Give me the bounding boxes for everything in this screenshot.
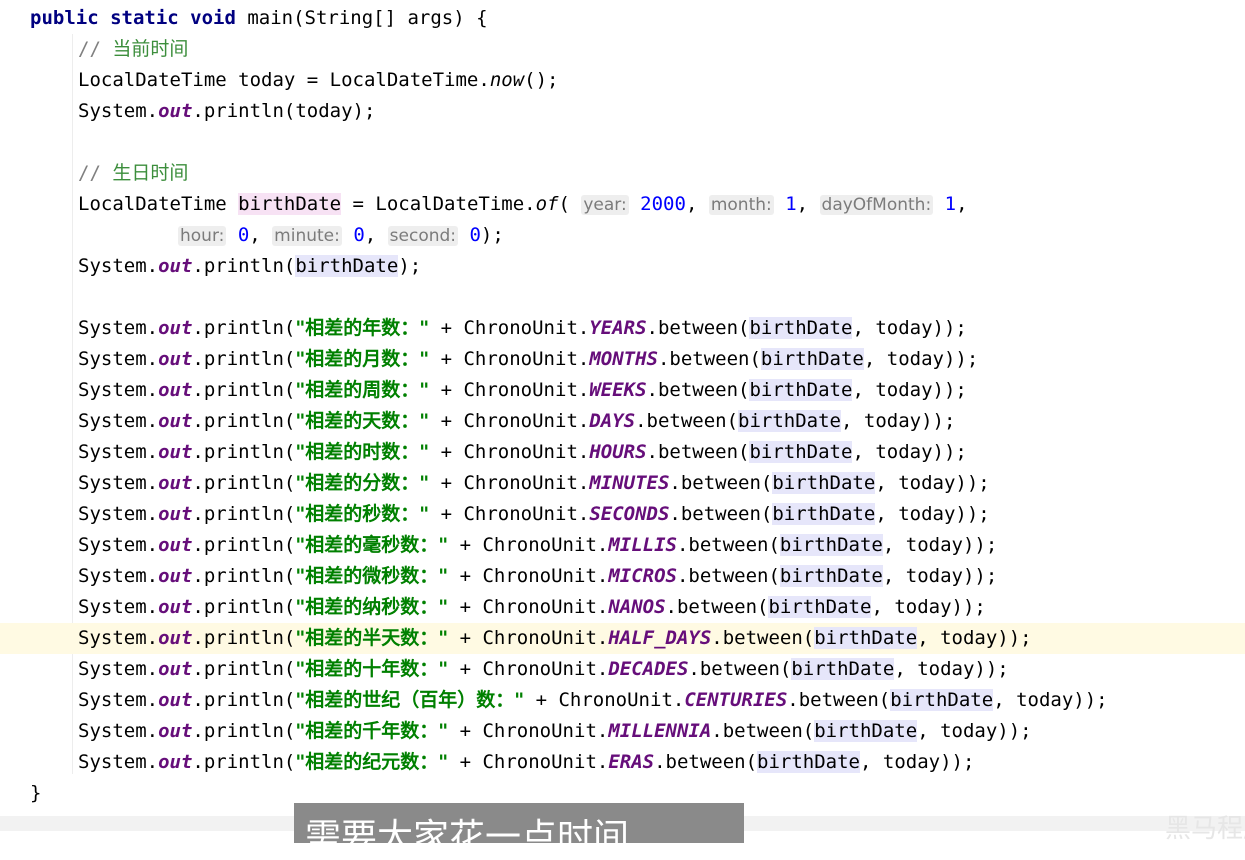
chrono-unit-constant: HALF_DAYS xyxy=(608,627,712,649)
video-subtitle: 需要大家花一点时间 xyxy=(305,817,630,858)
code-line-signature: public static void main(String[] args) { xyxy=(30,7,488,29)
chrono-unit-constant: MILLENNIA xyxy=(608,720,712,742)
code-line-print-birthdate: System.out.println(birthDate); xyxy=(78,255,422,277)
string-literal: "相差的纳秒数：" xyxy=(295,596,449,618)
code-line-unit-seconds: System.out.println("相差的秒数：" + ChronoUnit… xyxy=(78,503,990,525)
string-literal: "相差的纪元数：" xyxy=(295,751,449,773)
code-line-unit-decades: System.out.println("相差的十年数：" + ChronoUni… xyxy=(78,658,1009,680)
string-literal: "相差的分数：" xyxy=(295,472,430,494)
chrono-unit-constant: MICROS xyxy=(608,565,677,587)
string-literal: "相差的年数：" xyxy=(295,317,430,339)
code-line-unit-half_days: System.out.println("相差的半天数：" + ChronoUni… xyxy=(0,623,1245,654)
chrono-unit-constant: NANOS xyxy=(608,596,666,618)
string-literal: "相差的世纪（百年）数：" xyxy=(295,689,525,711)
param-hint-minute: minute: xyxy=(272,226,342,246)
chrono-unit-constant: HOURS xyxy=(589,441,647,463)
chrono-unit-constant: WEEKS xyxy=(589,379,647,401)
chrono-unit-constant: DECADES xyxy=(608,658,689,680)
chrono-unit-constant: MILLIS xyxy=(608,534,677,556)
code-line-unit-minutes: System.out.println("相差的分数：" + ChronoUnit… xyxy=(78,472,990,494)
code-line-birthdate-cont: hour: 0, minute: 0, second: 0); xyxy=(178,224,504,246)
code-line-print-today: System.out.println(today); xyxy=(78,100,376,122)
string-literal: "相差的十年数：" xyxy=(295,658,449,680)
code-line-unit-centuries: System.out.println("相差的世纪（百年）数：" + Chron… xyxy=(78,689,1108,711)
string-literal: "相差的秒数：" xyxy=(295,503,430,525)
string-literal: "相差的半天数：" xyxy=(295,627,449,649)
code-line-unit-hours: System.out.println("相差的时数：" + ChronoUnit… xyxy=(78,441,967,463)
code-line-now: LocalDateTime today = LocalDateTime.now(… xyxy=(78,69,559,91)
chrono-unit-constant: YEARS xyxy=(589,317,647,339)
param-hint-second: second: xyxy=(387,226,459,246)
code-line-unit-days: System.out.println("相差的天数：" + ChronoUnit… xyxy=(78,410,956,432)
code-line-unit-millennia: System.out.println("相差的千年数：" + ChronoUni… xyxy=(78,720,1032,742)
param-hint-hour: hour: xyxy=(178,226,227,246)
code-line-unit-micros: System.out.println("相差的微秒数：" + ChronoUni… xyxy=(78,565,998,587)
code-line-unit-months: System.out.println("相差的月数：" + ChronoUnit… xyxy=(78,348,979,370)
string-literal: "相差的微秒数：" xyxy=(295,565,449,587)
chrono-unit-constant: DAYS xyxy=(589,410,636,432)
code-line-comment-birthday: // 生日时间 xyxy=(78,162,189,184)
string-literal: "相差的月数：" xyxy=(295,348,430,370)
chrono-unit-constant: ERAS xyxy=(608,751,655,773)
param-hint-day-of-month: dayOfMonth: xyxy=(819,195,934,215)
param-hint-month: month: xyxy=(708,195,774,215)
chrono-unit-constant: CENTURIES xyxy=(684,689,788,711)
code-editor[interactable]: public static void main(String[] args) {… xyxy=(0,0,1245,831)
code-line-birthdate-decl: LocalDateTime birthDate = LocalDateTime.… xyxy=(78,193,968,215)
chrono-unit-constant: SECONDS xyxy=(589,503,670,525)
string-literal: "相差的时数：" xyxy=(295,441,430,463)
string-literal: "相差的千年数：" xyxy=(295,720,449,742)
code-line-unit-nanos: System.out.println("相差的纳秒数：" + ChronoUni… xyxy=(78,596,986,618)
watermark-logo: 黑马程序 xyxy=(1165,814,1245,844)
chrono-unit-constant: MINUTES xyxy=(589,472,670,494)
string-literal: "相差的毫秒数：" xyxy=(295,534,449,556)
string-literal: "相差的天数：" xyxy=(295,410,430,432)
chrono-unit-constant: MONTHS xyxy=(589,348,658,370)
code-line-unit-eras: System.out.println("相差的纪元数：" + ChronoUni… xyxy=(78,751,975,773)
code-line-unit-weeks: System.out.println("相差的周数：" + ChronoUnit… xyxy=(78,379,967,401)
code-line-comment-current-time: // 当前时间 xyxy=(78,38,189,60)
param-hint-year: year: xyxy=(581,195,629,215)
string-literal: "相差的周数：" xyxy=(295,379,430,401)
code-line-unit-years: System.out.println("相差的年数：" + ChronoUnit… xyxy=(78,317,967,339)
code-line-unit-millis: System.out.println("相差的毫秒数：" + ChronoUni… xyxy=(78,534,998,556)
